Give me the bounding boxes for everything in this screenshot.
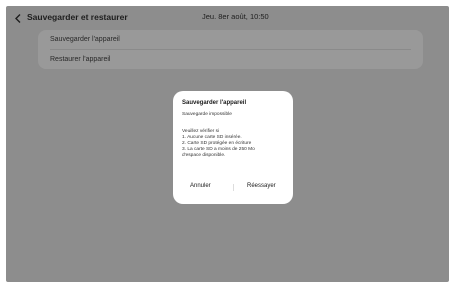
error-dialog: Sauvegarder l'appareil Sauvegarde imposs…	[173, 91, 293, 204]
screen: Sauvegarder et restaurer Jeu. 8er août, …	[6, 6, 449, 282]
back-button[interactable]	[13, 12, 23, 24]
list-item-label: Restaurer l'appareil	[50, 56, 111, 63]
page-title: Sauvegarder et restaurer	[27, 12, 128, 22]
list-item-restore[interactable]: Restaurer l'appareil	[38, 50, 423, 69]
settings-list: Sauvegarder l'appareil Restaurer l'appar…	[38, 30, 423, 69]
cancel-button[interactable]: Annuler	[190, 183, 211, 189]
dialog-subtitle: Sauvegarde impossible	[182, 112, 232, 117]
dialog-message: Veuillez vérifier si 1. Aucune carte SD …	[182, 129, 255, 159]
top-bar: Sauvegarder et restaurer Jeu. 8er août, …	[6, 6, 449, 30]
retry-button[interactable]: Réessayer	[247, 183, 276, 189]
button-divider	[233, 184, 234, 191]
clock: Jeu. 8er août, 10:50	[202, 12, 269, 21]
list-item-label: Sauvegarder l'appareil	[50, 36, 120, 43]
list-item-backup[interactable]: Sauvegarder l'appareil	[38, 30, 423, 49]
dialog-message-line: d'espace disponible.	[182, 153, 226, 158]
chevron-left-icon	[15, 13, 21, 23]
dialog-title: Sauvegarder l'appareil	[182, 100, 247, 106]
